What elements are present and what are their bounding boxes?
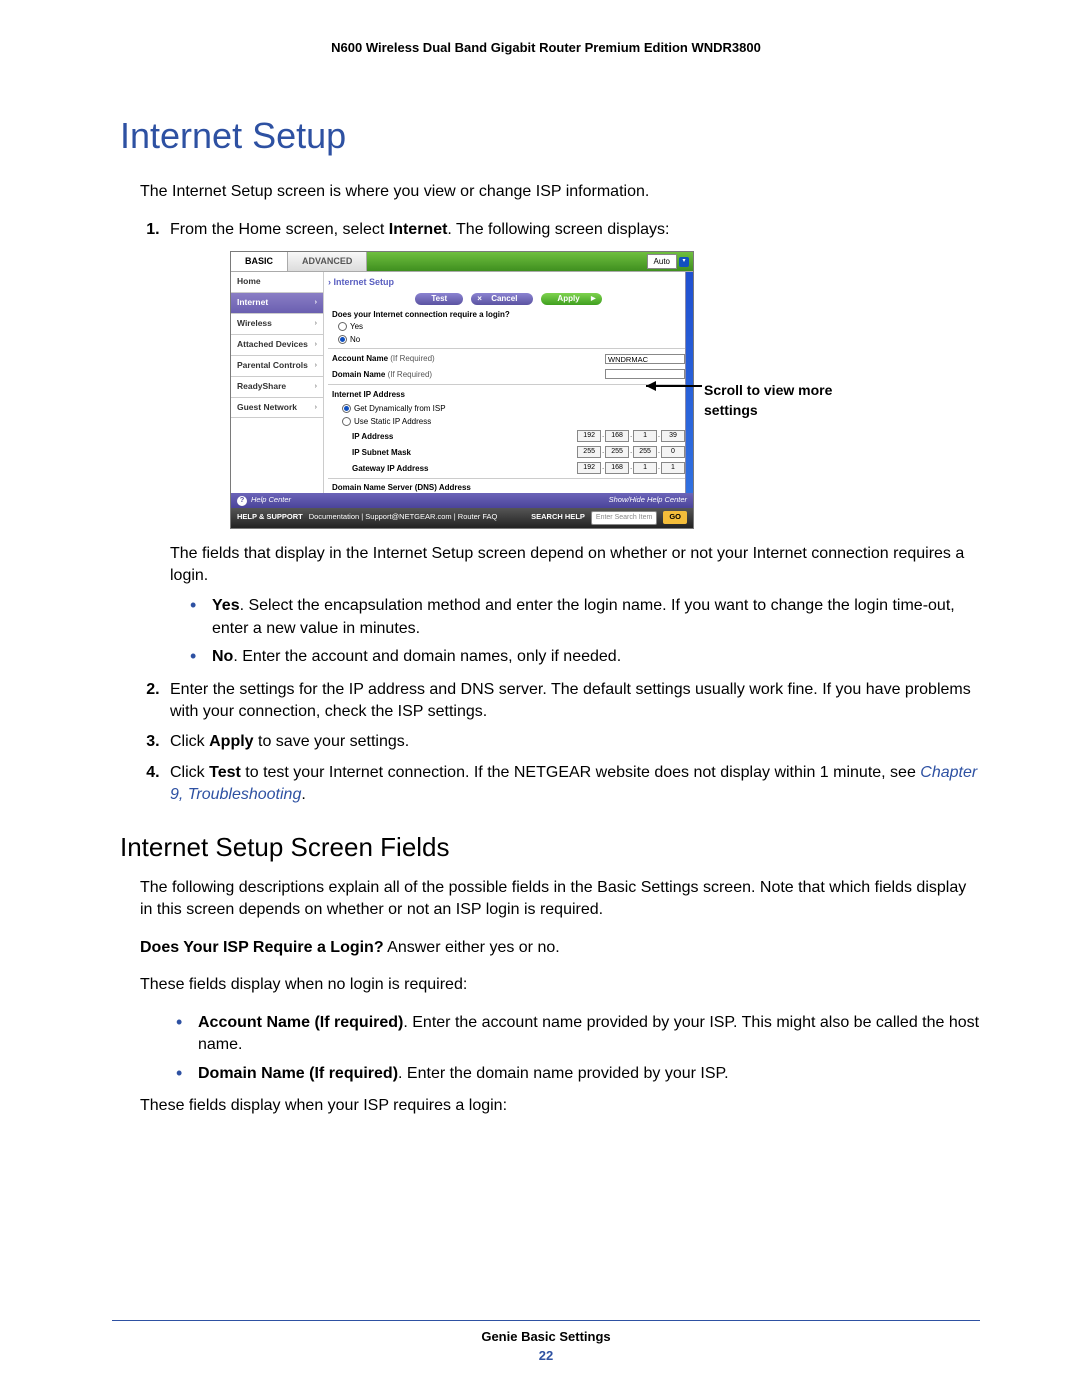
help-toggle[interactable]: Show/Hide Help Center xyxy=(609,495,687,506)
domain-name-label: Domain Name (If Required) xyxy=(332,369,599,380)
radio-static-ip[interactable]: Use Static IP Address xyxy=(328,415,689,428)
scroll-callout: Scroll to view more settings xyxy=(704,381,844,420)
after-screenshot-text: The fields that display in the Internet … xyxy=(170,543,980,588)
step-list: From the Home screen, select Internet. T… xyxy=(140,219,980,807)
radio-dynamic-ip[interactable]: Get Dynamically from ISP xyxy=(328,402,689,415)
section-heading: Internet Setup xyxy=(120,115,980,157)
chevron-right-icon: › xyxy=(315,403,317,413)
chevron-right-icon: › xyxy=(315,382,317,392)
auto-selector[interactable]: Auto ▾ xyxy=(643,252,693,271)
scrollbar[interactable] xyxy=(685,272,693,493)
search-help-label: SEARCH HELP xyxy=(531,512,585,523)
gateway-input[interactable]: 192. 168. 1. 1 xyxy=(577,462,685,474)
tab-basic[interactable]: BASIC xyxy=(231,252,288,271)
search-input[interactable]: Enter Search Item xyxy=(591,511,657,525)
sidebar-item-guest[interactable]: Guest Network› xyxy=(231,398,323,419)
bullet-account-name: Account Name (If required). Enter the ac… xyxy=(176,1012,980,1057)
tab-advanced[interactable]: ADVANCED xyxy=(288,252,367,271)
sidebar-item-readyshare[interactable]: ReadyShare› xyxy=(231,377,323,398)
router-ui-screenshot: BASIC ADVANCED Auto ▾ Home Internet› Wir… xyxy=(230,251,694,529)
gateway-label: Gateway IP Address xyxy=(352,463,571,474)
sidebar-item-home[interactable]: Home xyxy=(231,272,323,293)
no-login-intro: These fields display when no login is re… xyxy=(140,974,980,996)
bullet-no: No. Enter the account and domain names, … xyxy=(190,646,980,668)
sidebar-item-attached[interactable]: Attached Devices› xyxy=(231,335,323,356)
help-center-label[interactable]: Help Center xyxy=(251,495,291,504)
login-intro: These fields display when your ISP requi… xyxy=(140,1095,980,1117)
chevron-down-icon: ▾ xyxy=(679,257,689,267)
footer-links[interactable]: Documentation | Support@NETGEAR.com | Ro… xyxy=(309,512,498,523)
go-button[interactable]: GO xyxy=(663,511,687,524)
dns-section-label: Domain Name Server (DNS) Address xyxy=(332,482,685,493)
bullet-yes: Yes. Select the encapsulation method and… xyxy=(190,595,980,640)
radio-no[interactable]: No xyxy=(328,333,689,346)
step-4: Click Test to test your Internet connect… xyxy=(164,762,980,807)
bullet-domain-name: Domain Name (If required). Enter the dom… xyxy=(176,1063,980,1085)
sidebar-item-parental[interactable]: Parental Controls› xyxy=(231,356,323,377)
test-button[interactable]: Test xyxy=(415,293,463,305)
arrow-left-icon xyxy=(646,385,702,387)
subsection-intro: The following descriptions explain all o… xyxy=(140,877,980,920)
chevron-right-icon: › xyxy=(315,298,317,308)
step-2: Enter the settings for the IP address an… xyxy=(164,679,980,724)
subsection-heading: Internet Setup Screen Fields xyxy=(120,832,980,863)
domain-name-input[interactable] xyxy=(605,369,685,379)
step-3: Click Apply to save your settings. xyxy=(164,731,980,753)
subnet-input[interactable]: 255. 255. 255. 0 xyxy=(577,446,685,458)
isp-login-question: Does Your ISP Require a Login? Answer ei… xyxy=(140,937,980,959)
chevron-right-icon: › xyxy=(315,361,317,371)
sidebar-item-wireless[interactable]: Wireless› xyxy=(231,314,323,335)
step-1: From the Home screen, select Internet. T… xyxy=(164,219,980,669)
ip-address-label: IP Address xyxy=(352,431,571,442)
apply-button[interactable]: Apply xyxy=(541,293,601,305)
account-name-input[interactable]: WNDRMAC xyxy=(605,354,685,364)
sidebar-item-internet[interactable]: Internet› xyxy=(231,293,323,314)
document-header: N600 Wireless Dual Band Gigabit Router P… xyxy=(112,40,980,55)
subnet-label: IP Subnet Mask xyxy=(352,447,571,458)
ip-section-label: Internet IP Address xyxy=(332,389,685,400)
breadcrumb: › Internet Setup xyxy=(328,274,689,291)
page-footer: Genie Basic Settings 22 xyxy=(112,1314,980,1364)
help-support-label: HELP & SUPPORT xyxy=(237,512,303,523)
radio-yes[interactable]: Yes xyxy=(328,320,689,333)
cancel-button[interactable]: Cancel xyxy=(471,293,533,305)
ip-address-input[interactable]: 192. 168. 1. 39 xyxy=(577,430,685,442)
sidebar: Home Internet› Wireless› Attached Device… xyxy=(231,272,323,493)
intro-paragraph: The Internet Setup screen is where you v… xyxy=(140,181,980,203)
account-name-label: Account Name (If Required) xyxy=(332,353,599,364)
login-question: Does your Internet connection require a … xyxy=(328,309,689,320)
help-icon: ? xyxy=(237,496,247,506)
chevron-right-icon: › xyxy=(315,340,317,350)
chevron-right-icon: › xyxy=(315,319,317,329)
